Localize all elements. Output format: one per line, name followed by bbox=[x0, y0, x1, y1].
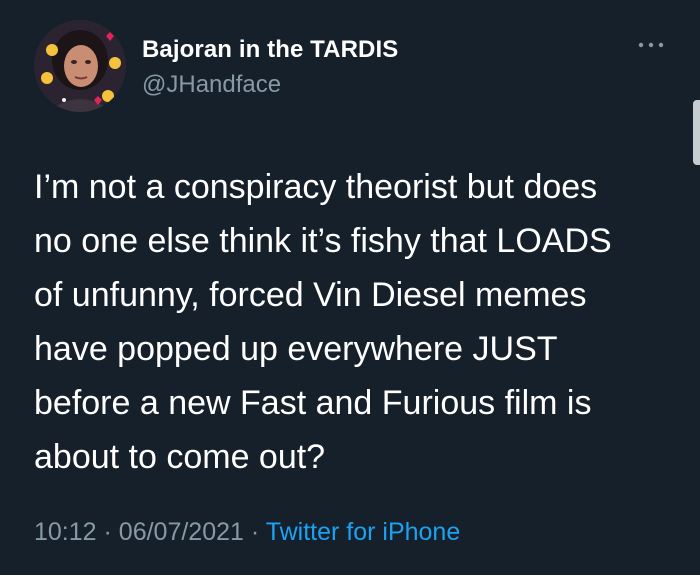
tweet-card: Bajoran in the TARDIS @JHandface I’m not… bbox=[0, 0, 700, 575]
tweet-text-line: have popped up everywhere JUST bbox=[34, 330, 558, 368]
tweet-source-link[interactable]: Twitter for iPhone bbox=[266, 518, 461, 546]
tweet-text: I’m not a conspiracy theorist but does n… bbox=[34, 160, 684, 484]
tweet-date[interactable]: 06/07/2021 bbox=[119, 518, 244, 546]
avatar[interactable] bbox=[34, 20, 126, 112]
display-name[interactable]: Bajoran in the TARDIS bbox=[142, 36, 398, 64]
username-handle[interactable]: @JHandface bbox=[142, 71, 281, 99]
tweet-meta: 10:12 · 06/07/2021 · Twitter for iPhone bbox=[34, 518, 460, 547]
more-options-button[interactable] bbox=[636, 38, 666, 52]
meta-separator: · bbox=[103, 518, 112, 546]
tweet-text-line: before a new Fast and Furious film is bbox=[34, 384, 592, 422]
scrollbar[interactable] bbox=[693, 100, 700, 165]
tweet-text-line: about to come out? bbox=[34, 438, 326, 476]
tweet-text-line: no one else think it’s fishy that LOADS bbox=[34, 222, 612, 260]
meta-separator: · bbox=[250, 518, 260, 546]
tweet-time[interactable]: 10:12 bbox=[34, 518, 97, 546]
tweet-text-line: of unfunny, forced Vin Diesel memes bbox=[34, 276, 587, 314]
tweet-text-line: I’m not a conspiracy theorist but does bbox=[34, 168, 598, 206]
ellipsis-icon bbox=[638, 42, 664, 48]
avatar-image bbox=[34, 20, 126, 112]
